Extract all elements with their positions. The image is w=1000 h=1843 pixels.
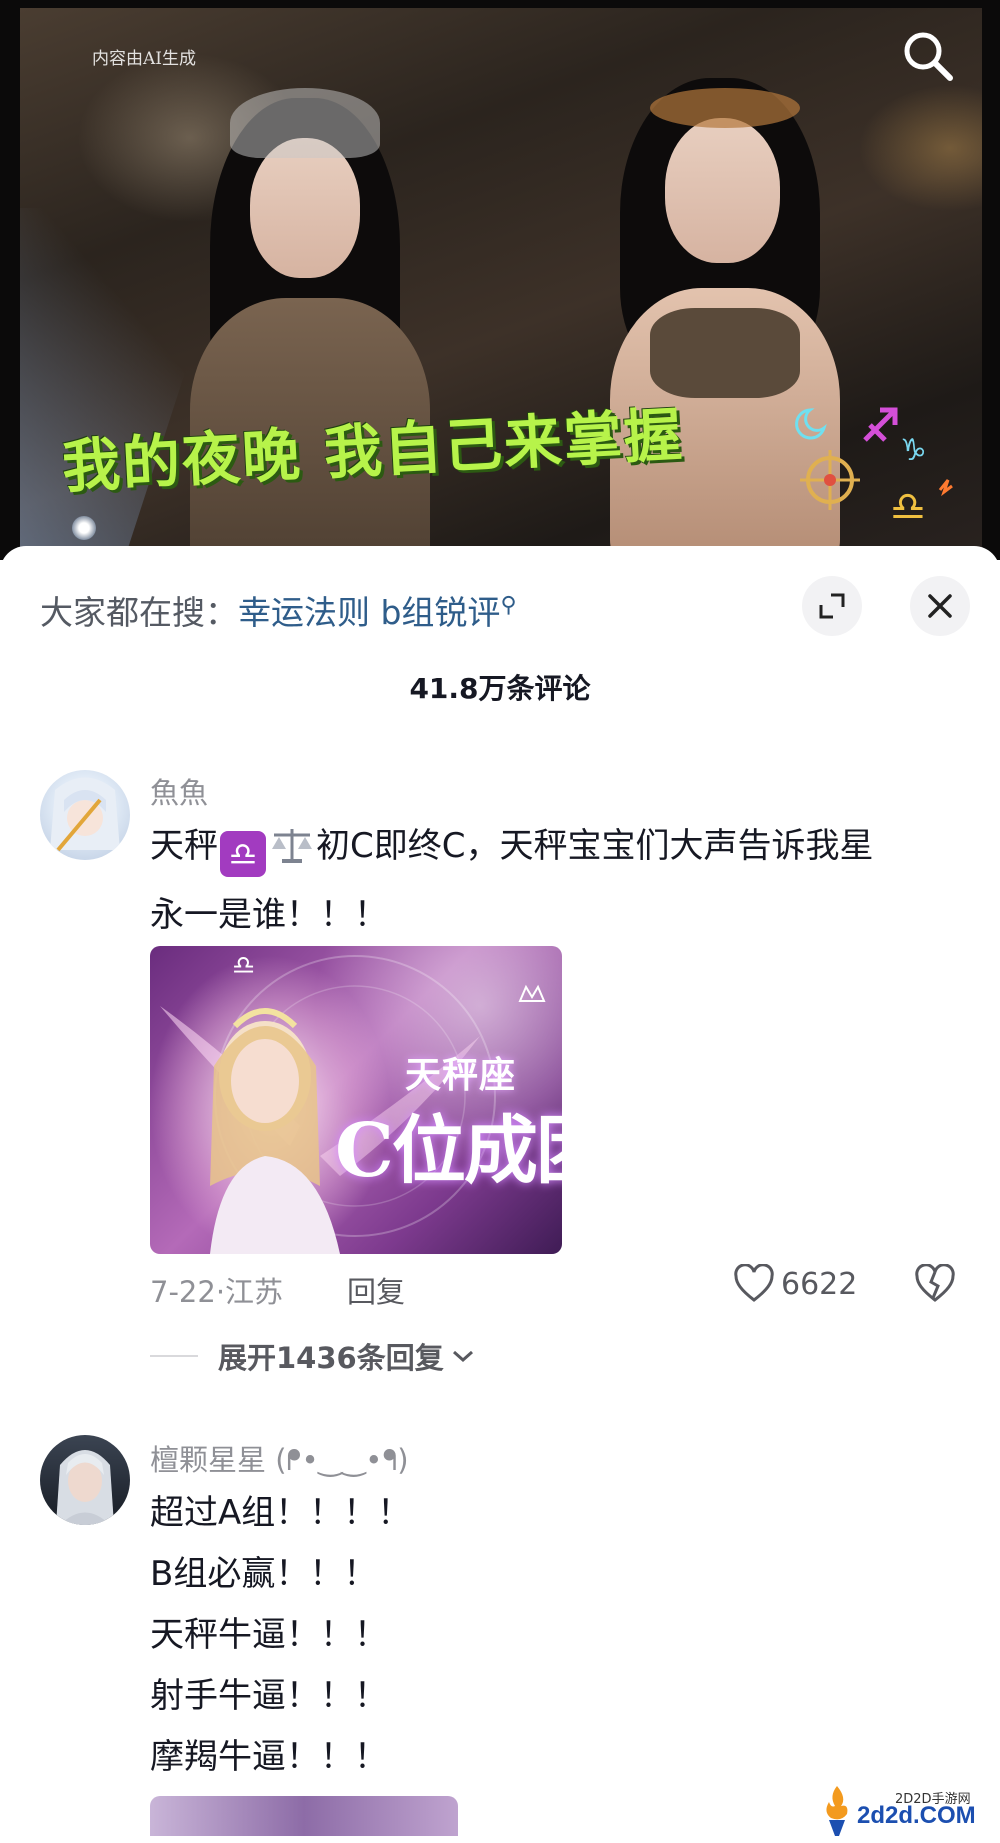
comment-image-title-large: C位成团 (335, 1108, 562, 1194)
chevron-down-icon (452, 1350, 473, 1363)
comment-username[interactable]: 魚魚 (150, 770, 208, 812)
avatar[interactable] (40, 1435, 130, 1525)
trending-search-hint[interactable]: 大家都在搜：幸运法则 b组锐评⚲ (40, 586, 517, 634)
svg-text:♎: ♎ (890, 484, 926, 530)
comment-username[interactable]: 檀颗星星 (ᖰ•‿‿•ᖳ) (150, 1437, 409, 1479)
expand-replies-button[interactable]: 展开1436条回复 (150, 1335, 476, 1377)
close-button[interactable] (910, 576, 970, 636)
torch-logo-icon (826, 1786, 848, 1836)
like-count: 6622 (781, 1266, 858, 1302)
video-player[interactable]: 内容由AI生成 我的夜晚 我自己来掌握 ♑ ♎ (0, 0, 1000, 560)
comment-text-line: 天秤牛逼！！！ (150, 1615, 388, 1655)
comment-location: 江苏 (225, 1275, 284, 1309)
comment-text-line: 超过A组！！！！ (150, 1493, 412, 1533)
portrait-avatar-icon (56, 1450, 114, 1525)
comment-date: 7-22 (150, 1275, 216, 1309)
comment-meta: 7-22·江苏 (150, 1269, 283, 1311)
avatar[interactable] (40, 770, 130, 860)
comment-text-line: B组必赢！！！ (150, 1554, 378, 1594)
site-watermark: 2D2D手游网 2d2d.COM (815, 1784, 995, 1840)
libra-badge-icon: ♎ (220, 831, 266, 877)
comment-text: 超过A组！！！！ B组必赢！！！ 天秤牛逼！！！ 射手牛逼！！！ 摩羯牛逼！！！ (150, 1483, 950, 1788)
zodiac-decoration-icon: ♑ ♎ (795, 407, 953, 530)
expand-icon (819, 593, 845, 619)
trending-search-prefix: 大家都在搜： (40, 593, 238, 632)
svg-text:♎: ♎ (232, 951, 255, 981)
scale-icon (270, 824, 314, 885)
comment-image[interactable]: ♎ 天秤座 C位成团 (150, 946, 562, 1254)
broken-heart-icon (915, 1263, 955, 1302)
search-small-icon: ⚲ (500, 593, 517, 618)
comment-image-partial[interactable] (150, 1796, 458, 1836)
divider-line (150, 1355, 198, 1357)
svg-text:♑: ♑ (900, 433, 927, 468)
search-icon (904, 32, 953, 81)
trending-search-query[interactable]: 幸运法则 b组锐评 (238, 593, 500, 632)
heart-icon (734, 1264, 774, 1302)
meta-separator: · (215, 1275, 226, 1309)
stage-light (72, 516, 96, 540)
comment-text-line: 射手牛逼！！！ (150, 1676, 388, 1716)
comment-text-segment: 天秤 (150, 826, 218, 866)
expand-replies-label: 展开1436条回复 (218, 1341, 444, 1375)
comment-text-segment: 初C即终C，天秤宝宝们大声告诉我星 (316, 826, 874, 866)
comment-count: 41.8万条评论 (409, 672, 591, 705)
close-icon (928, 594, 952, 618)
site-watermark-en: 2d2d.COM (857, 1802, 976, 1829)
comment-text-line: 摩羯牛逼！！！ (150, 1737, 388, 1777)
dislike-button[interactable] (914, 1263, 956, 1308)
expand-button[interactable] (802, 576, 862, 636)
like-button[interactable]: 6622 (733, 1264, 857, 1304)
search-button[interactable] (898, 26, 958, 86)
comment-text-line: 永一是谁！！！ (150, 895, 388, 935)
comment-text: 天秤 ♎ 初C即终C，天秤宝宝们大声告诉我星 永一是谁！！！ (150, 816, 970, 946)
ai-generated-label: 内容由AI生成 (92, 49, 196, 69)
anime-avatar-icon (50, 777, 120, 852)
reply-button[interactable]: 回复 (347, 1269, 405, 1311)
